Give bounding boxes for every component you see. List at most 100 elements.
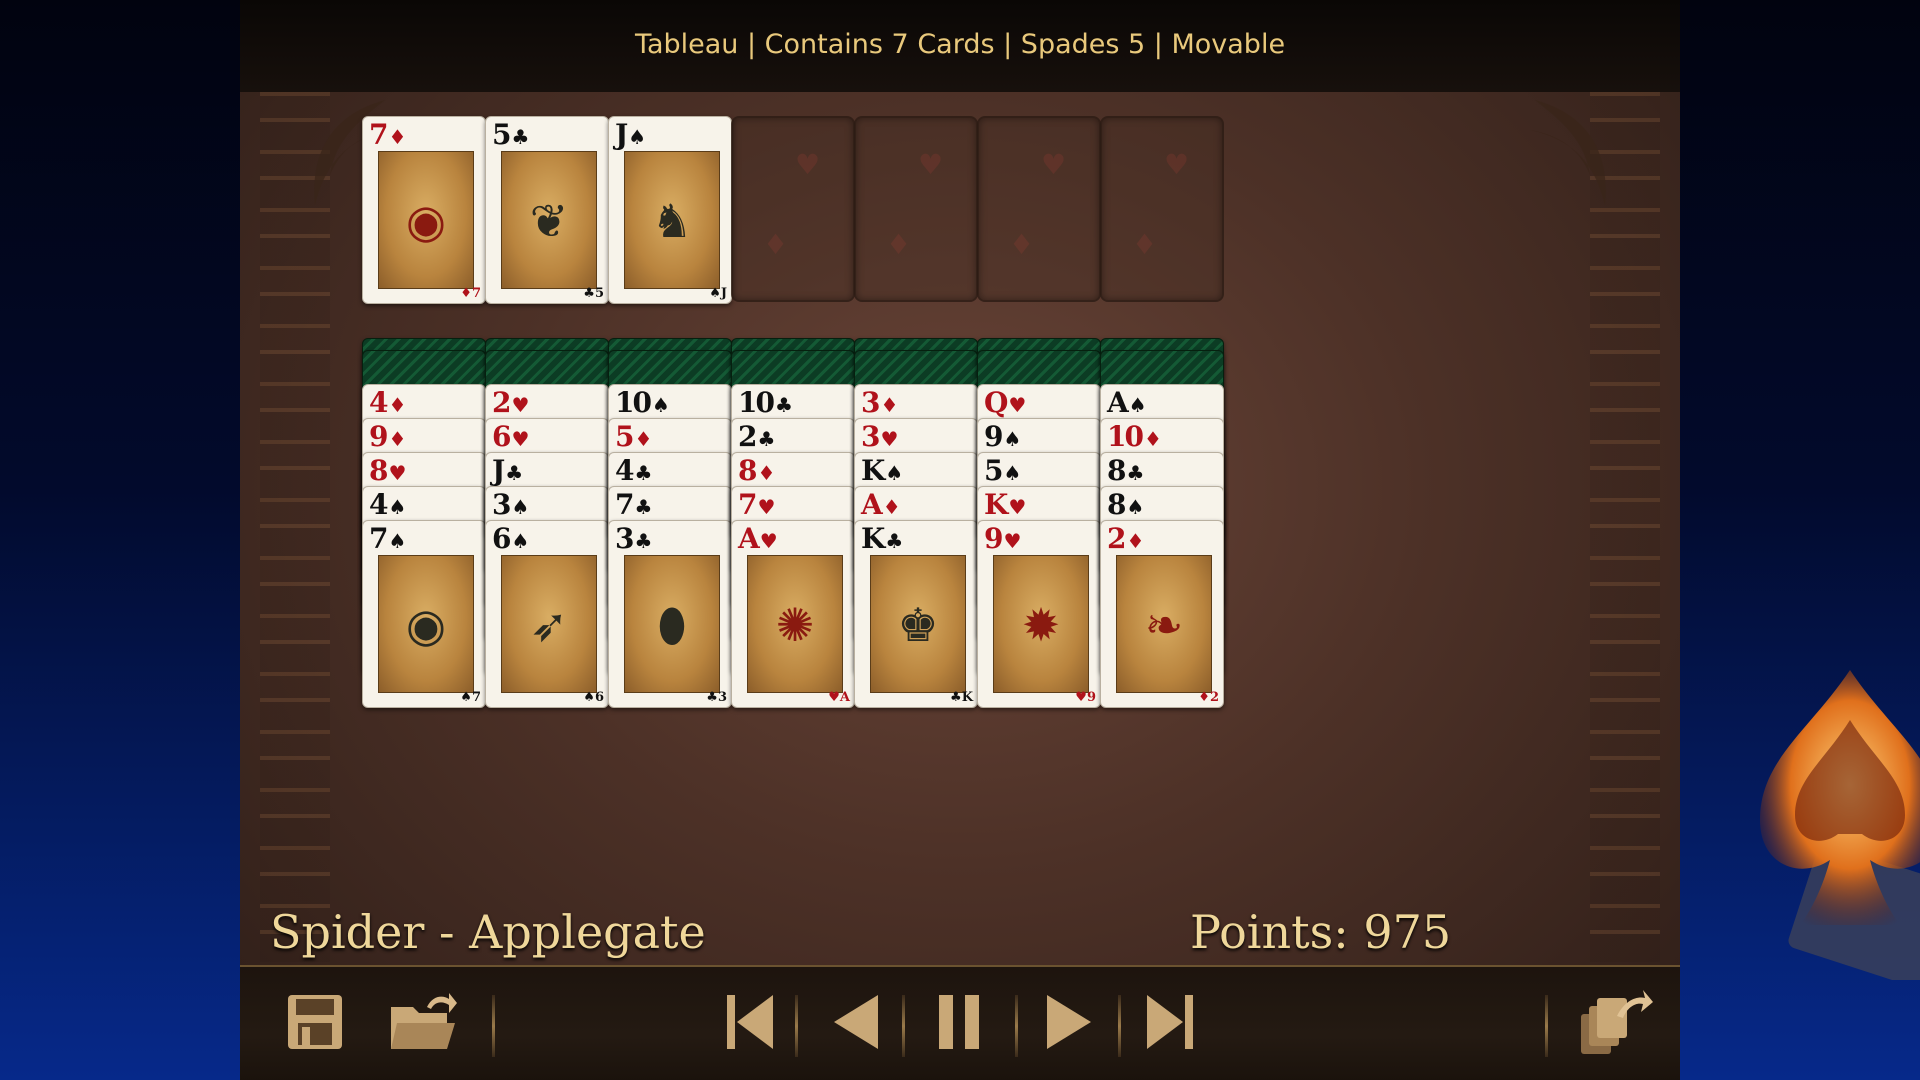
rank-text: 8 [738, 454, 758, 487]
last-move-icon [1147, 995, 1193, 1049]
rank-text: 9 [984, 420, 1004, 453]
rank-text: A [1107, 386, 1129, 419]
shield-icon: ◉ [405, 598, 447, 652]
playing-card[interactable]: A ♥ ✺ ♥A [731, 520, 855, 708]
parrot-artwork: ✺ [747, 555, 843, 693]
status-bar: Tableau | Contains 7 Cards | Spades 5 | … [240, 0, 1680, 92]
card-rank: 2 ♦ [1107, 525, 1144, 555]
suit-icon: ♦ [1143, 427, 1162, 451]
shield-artwork: ◉ [378, 151, 474, 289]
empty-foundation-slot[interactable]: ♥ ♦ [1100, 116, 1224, 302]
card-rank: 7 ♣ [615, 491, 652, 521]
suit-icon: ♦ [634, 427, 653, 451]
suit-icon: ♣ [1126, 461, 1145, 485]
playing-card[interactable]: 2 ♦ ❧ ♦2 [1100, 520, 1224, 708]
heart-icon: ♥ [795, 148, 821, 181]
redo-icon [1047, 995, 1091, 1049]
rank-text: J [615, 118, 628, 151]
game-title: Spider - Applegate [270, 905, 706, 959]
card-rank: 8 ♣ [1107, 457, 1144, 487]
suit-icon: ♠ [885, 461, 904, 485]
corn-icon: ❧ [1144, 598, 1184, 652]
right-border-pattern [1590, 92, 1660, 962]
playing-card[interactable]: J ♠ ♞ ♠J [608, 116, 732, 304]
mask-artwork: ✹ [993, 555, 1089, 693]
card-rank: J ♣ [492, 457, 523, 487]
rank-text: 8 [1107, 454, 1127, 487]
necklace-artwork: ❦ [501, 151, 597, 289]
rank-text: 4 [369, 488, 389, 521]
playing-card[interactable]: K ♣ ♚ ♣K [854, 520, 978, 708]
card-rank: 8 ♥ [369, 457, 406, 487]
pause-button[interactable] [930, 987, 990, 1057]
suit-icon: ♦ [388, 393, 407, 417]
rank-text: 9 [984, 522, 1004, 555]
suit-icon: ♣ [774, 393, 793, 417]
suit-icon: ♥ [759, 529, 778, 553]
suit-icon: ♠ [651, 393, 670, 417]
empty-foundation-slot[interactable]: ♥ ♦ [854, 116, 978, 302]
suit-icon: ♥ [511, 393, 530, 417]
card-corner-index: ♣3 [706, 690, 727, 705]
card-rank: 10 ♣ [738, 389, 793, 419]
suit-icon: ♠ [511, 495, 530, 519]
last-move-button[interactable] [1140, 987, 1200, 1057]
shield-icon: ◉ [405, 194, 447, 248]
heart-icon: ♥ [1041, 148, 1067, 181]
cocoa-artwork: ⬮ [624, 555, 720, 693]
rank-text: 5 [615, 420, 635, 453]
rank-text: 2 [492, 386, 512, 419]
card-rank: 3 ♦ [861, 389, 898, 419]
redo-button[interactable] [1040, 987, 1100, 1057]
rank-text: 4 [615, 454, 635, 487]
card-rank: 5 ♦ [615, 423, 652, 453]
diamond-icon: ♦ [763, 228, 789, 261]
suit-icon: ♦ [757, 461, 776, 485]
empty-foundation-slot[interactable]: ♥ ♦ [731, 116, 855, 302]
rank-text: 7 [615, 488, 635, 521]
playing-card[interactable]: 7 ♠ ◉ ♠7 [362, 520, 486, 708]
empty-foundation-slot[interactable]: ♥ ♦ [977, 116, 1101, 302]
rank-text: J [492, 454, 505, 487]
card-rank: 4 ♣ [615, 457, 652, 487]
toolbar [240, 965, 1680, 1080]
playing-card[interactable]: 3 ♣ ⬮ ♣3 [608, 520, 732, 708]
open-button[interactable] [385, 987, 460, 1057]
card-rank: 4 ♠ [369, 491, 406, 521]
undo-icon [834, 995, 878, 1049]
warrior-icon: ♞ [651, 194, 693, 248]
card-rank: K ♣ [861, 525, 903, 555]
suit-icon: ♣ [505, 461, 524, 485]
suit-icon: ♠ [1126, 495, 1145, 519]
rank-text: A [738, 522, 760, 555]
playing-card[interactable]: 6 ♠ ➶ ♠6 [485, 520, 609, 708]
playing-card[interactable]: 9 ♥ ✹ ♥9 [977, 520, 1101, 708]
rank-text: 3 [861, 420, 881, 453]
card-corner-index: ♥A [828, 690, 850, 705]
mask-icon: ✹ [1021, 598, 1061, 652]
rank-text: 10 [615, 386, 652, 419]
playing-card[interactable]: 7 ♦ ◉ ♦7 [362, 116, 486, 304]
card-rank: 7 ♥ [738, 491, 775, 521]
first-move-button[interactable] [720, 987, 780, 1057]
necklace-icon: ❦ [529, 194, 569, 248]
suit-icon: ♥ [1003, 529, 1022, 553]
playing-card[interactable]: 5 ♣ ❦ ♣5 [485, 116, 609, 304]
card-rank: 3 ♠ [492, 491, 529, 521]
card-corner-index: ♦7 [460, 286, 481, 301]
card-corner-index: ♦2 [1198, 690, 1219, 705]
suit-icon: ♦ [1126, 529, 1145, 553]
suit-icon: ♥ [1008, 393, 1027, 417]
undo-button[interactable] [825, 987, 885, 1057]
suit-icon: ♠ [511, 529, 530, 553]
rank-text: 6 [492, 522, 512, 555]
card-rank: 9 ♠ [984, 423, 1021, 453]
deal-icon [1581, 990, 1653, 1054]
card-rank: 7 ♠ [369, 525, 406, 555]
deal-button[interactable] [1575, 987, 1655, 1057]
card-rank: 2 ♥ [492, 389, 529, 419]
tribal-ornament-right [1530, 100, 1606, 205]
rank-text: 10 [1107, 420, 1144, 453]
save-button[interactable] [280, 987, 350, 1057]
toolbar-divider [1118, 995, 1121, 1057]
